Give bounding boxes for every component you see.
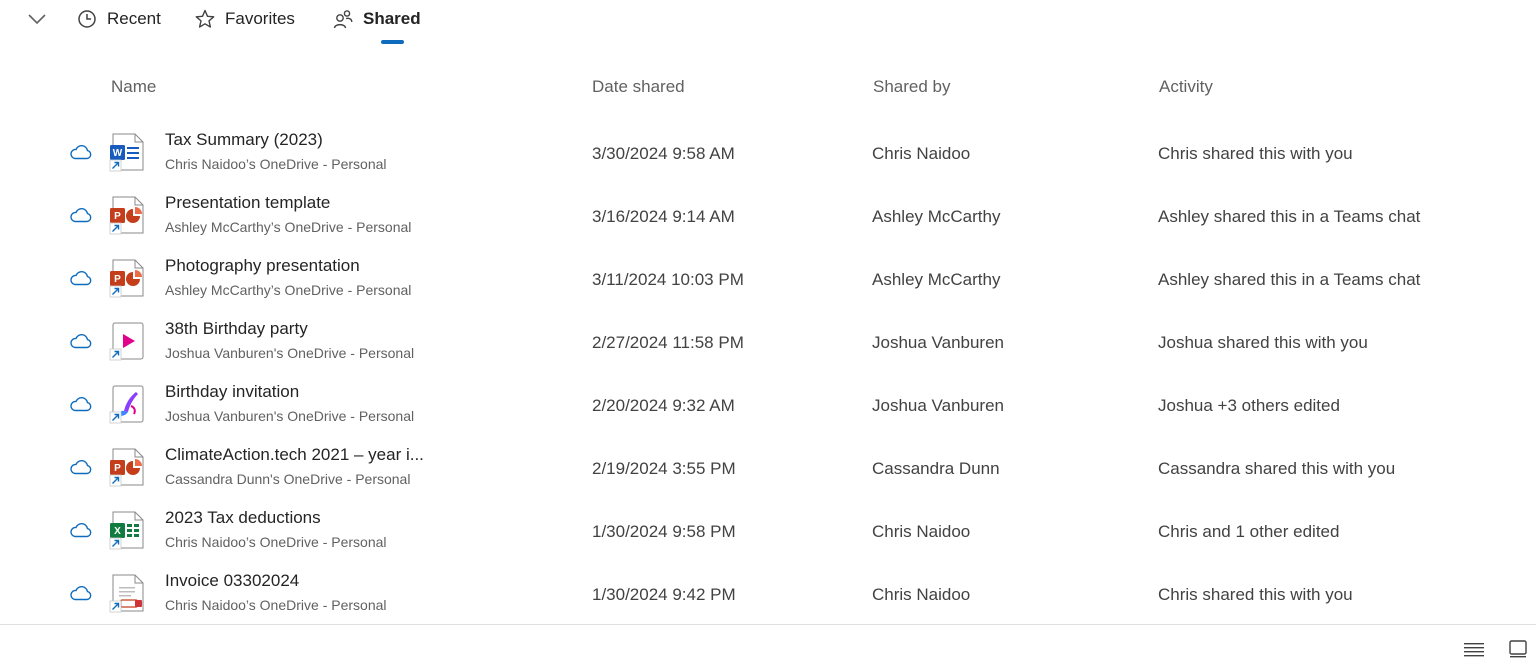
cloud-icon (69, 522, 93, 538)
file-name[interactable]: ClimateAction.tech 2021 – year i... (165, 445, 424, 465)
file-location: Cassandra Dunn's OneDrive - Personal (165, 471, 411, 487)
date-shared: 2/20/2024 9:32 AM (592, 396, 735, 415)
column-header-shared-by[interactable]: Shared by (873, 77, 951, 97)
svg-text:P: P (114, 211, 121, 222)
date-shared: 2/27/2024 11:58 PM (592, 333, 744, 352)
date-shared: 2/19/2024 3:55 PM (592, 459, 736, 478)
shared-by: Cassandra Dunn (872, 459, 1000, 478)
cloud-icon (69, 333, 93, 349)
activity: Ashley shared this in a Teams chat (1158, 270, 1421, 289)
powerpoint-file-icon: P (107, 258, 147, 298)
cloud-icon (69, 585, 93, 601)
shared-by: Joshua Vanburen (872, 396, 1005, 415)
date-shared: 3/16/2024 9:14 AM (592, 207, 735, 226)
shared-by: Ashley McCarthy (872, 207, 1001, 226)
file-location: Ashley McCarthy’s OneDrive - Personal (165, 282, 412, 298)
tile-view-icon[interactable] (1507, 637, 1529, 659)
column-header-date-shared[interactable]: Date shared (592, 77, 685, 97)
table-row[interactable]: Birthday invitation Joshua Vanburen's On… (0, 370, 1536, 433)
file-location: Joshua Vanburen's OneDrive - Personal (165, 345, 415, 361)
file-name[interactable]: Birthday invitation (165, 382, 299, 402)
excel-file-icon: X (107, 510, 147, 550)
table-row[interactable]: X 2023 Tax deductions Chris Naidoo’s One… (0, 496, 1536, 559)
file-location: Ashley McCarthy’s OneDrive - Personal (165, 219, 412, 235)
svg-text:X: X (114, 526, 121, 537)
table-row[interactable]: P Photography presentation Ashley McCart… (0, 244, 1536, 307)
activity: Ashley shared this in a Teams chat (1158, 207, 1421, 226)
column-header-name[interactable]: Name (111, 77, 156, 97)
activity: Chris shared this with you (1158, 144, 1353, 163)
svg-text:P: P (114, 274, 121, 285)
footer-divider (0, 624, 1536, 625)
date-shared: 1/30/2024 9:58 PM (592, 522, 736, 541)
svg-text:P: P (114, 463, 121, 474)
file-name[interactable]: Tax Summary (2023) (165, 130, 323, 150)
file-name[interactable]: Presentation template (165, 193, 330, 213)
powerpoint-file-icon: P (107, 447, 147, 487)
activity: Cassandra shared this with you (1158, 459, 1396, 478)
column-header-activity[interactable]: Activity (1159, 77, 1213, 97)
table-row[interactable]: Invoice 03302024 Chris Naidoo’s OneDrive… (0, 559, 1536, 622)
tab-label: Recent (107, 9, 161, 28)
cloud-icon (69, 459, 93, 475)
cloud-icon (69, 144, 93, 160)
table-row[interactable]: W Tax Summary (2023) Chris Naidoo’s OneD… (0, 118, 1536, 181)
chevron-down-icon[interactable] (26, 9, 48, 29)
shared-by: Ashley McCarthy (872, 270, 1001, 289)
file-name[interactable]: 38th Birthday party (165, 319, 308, 339)
date-shared: 1/30/2024 9:42 PM (592, 585, 736, 604)
file-location: Chris Naidoo’s OneDrive - Personal (165, 597, 387, 613)
activity: Chris shared this with you (1158, 585, 1353, 604)
powerpoint-file-icon: P (107, 195, 147, 235)
date-shared: 3/30/2024 9:58 AM (592, 144, 735, 163)
video-file-icon (107, 321, 147, 361)
table-row[interactable]: 38th Birthday party Joshua Vanburen's On… (0, 307, 1536, 370)
tab-recent[interactable]: Recent (77, 6, 161, 32)
shared-by: Joshua Vanburen (872, 333, 1005, 352)
shared-by: Chris Naidoo (872, 144, 971, 163)
shared-by: Chris Naidoo (872, 585, 971, 604)
active-tab-indicator (381, 40, 404, 44)
word-file-icon: W (107, 132, 147, 172)
tab-label: Favorites (225, 9, 295, 28)
cloud-icon (69, 270, 93, 286)
table-row[interactable]: P ClimateAction.tech 2021 – year i... Ca… (0, 433, 1536, 496)
file-location: Chris Naidoo’s OneDrive - Personal (165, 534, 387, 550)
file-name[interactable]: Invoice 03302024 (165, 571, 299, 591)
shared-by: Chris Naidoo (872, 522, 971, 541)
date-shared: 3/11/2024 10:03 PM (592, 270, 744, 289)
activity: Chris and 1 other edited (1158, 522, 1340, 541)
file-name[interactable]: 2023 Tax deductions (165, 508, 321, 528)
table-row[interactable]: P Presentation template Ashley McCarthy’… (0, 181, 1536, 244)
view-tabs: Recent Favorites Shared (0, 0, 1536, 46)
star-icon (195, 9, 215, 29)
list-view-icon[interactable] (1462, 638, 1486, 658)
designer-file-icon (107, 384, 147, 424)
people-icon (333, 9, 353, 29)
cloud-icon (69, 396, 93, 412)
cloud-icon (69, 207, 93, 223)
file-location: Joshua Vanburen's OneDrive - Personal (165, 408, 415, 424)
activity: Joshua shared this with you (1158, 333, 1368, 352)
file-location: Chris Naidoo’s OneDrive - Personal (165, 156, 387, 172)
activity: Joshua +3 others edited (1158, 396, 1340, 415)
file-name[interactable]: Photography presentation (165, 256, 360, 276)
clock-icon (77, 9, 97, 29)
pdf-file-icon (107, 573, 147, 613)
tab-label: Shared (363, 9, 421, 28)
tab-favorites[interactable]: Favorites (195, 6, 295, 32)
tab-shared[interactable]: Shared (333, 6, 421, 32)
svg-text:W: W (113, 148, 123, 159)
